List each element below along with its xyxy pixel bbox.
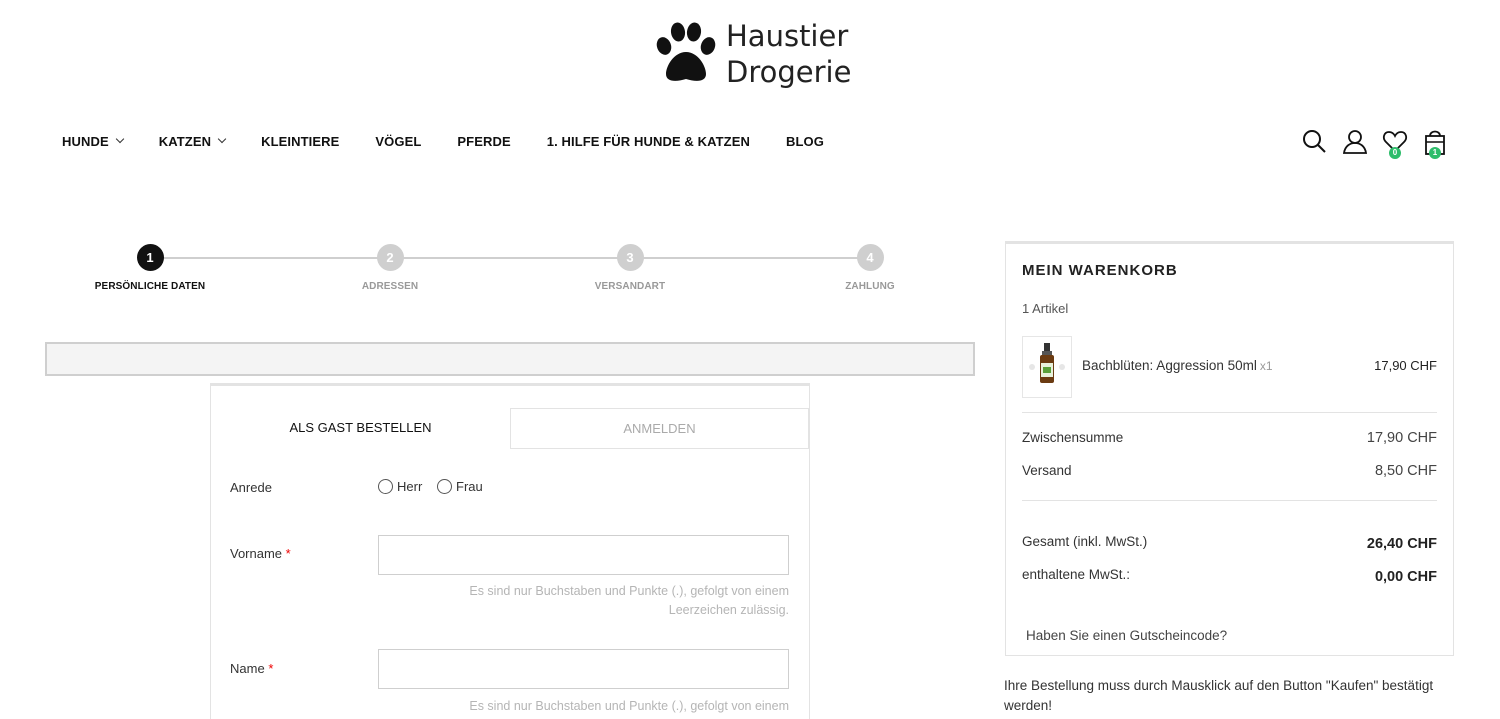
lastname-hint: Es sind nur Buchstaben und Punkte (.), g… (378, 697, 789, 716)
product-thumbnail[interactable] (1022, 336, 1072, 398)
nav-label: KLEINTIERE (261, 133, 340, 149)
salutation-label: Anrede (230, 480, 272, 495)
nav-item-erste-hilfe[interactable]: 1. HILFE FÜR HUNDE & KATZEN (547, 131, 750, 151)
notice-bar (45, 342, 975, 376)
account-button[interactable] (1342, 128, 1368, 156)
salutation-radio-herr[interactable]: Herr (378, 479, 422, 494)
chevron-down-icon (115, 134, 124, 144)
cart-item-name[interactable]: Bachblüten: Aggression 50ml x1 (1082, 358, 1273, 373)
site-logo[interactable]: Haustier Drogerie (654, 18, 854, 94)
lastname-label-text: Name (230, 661, 265, 676)
checkout-steps: 1 PERSÖNLICHE DATEN 2 ADRESSEN 3 VERSAND… (90, 244, 910, 304)
radio-circle (378, 479, 393, 494)
firstname-input[interactable] (378, 535, 789, 575)
lastname-hint-line-1: Es sind nur Buchstaben und Punkte (.), g… (469, 699, 789, 713)
subtotal-value: 17,90 CHF (1366, 430, 1437, 446)
nav-label: 1. HILFE FÜR HUNDE & KATZEN (546, 133, 750, 149)
order-confirmation-note: Ihre Bestellung muss durch Mausklick auf… (1004, 678, 1434, 713)
nav-item-hunde[interactable]: HUNDE (62, 131, 124, 151)
cart-item-qty: x1 (1259, 359, 1273, 373)
cart-summary: MEIN WARENKORB 1 Artikel Bachblüten: Agg… (1005, 241, 1454, 656)
lastname-input[interactable] (378, 649, 789, 689)
step-number: 1 (136, 244, 164, 271)
logo-line-2: Drogerie (726, 55, 852, 89)
lastname-label: Name * (230, 661, 273, 676)
firstname-label: Vorname * (230, 546, 291, 561)
divider (1022, 500, 1437, 501)
main-nav: HUNDE KATZEN KLEINTIERE VÖGEL PFERDE 1. … (62, 131, 860, 151)
step-addresses[interactable]: 2 ADRESSEN (330, 244, 450, 292)
total-value: 26,40 CHF (1366, 536, 1437, 552)
firstname-hint-line-2: Leerzeichen zulässig. (668, 603, 789, 617)
firstname-hint: Es sind nur Buchstaben und Punkte (.), g… (378, 582, 789, 620)
cart-button[interactable]: 1 (1422, 128, 1448, 159)
nav-label: VÖGEL (375, 133, 422, 149)
firstname-hint-line-1: Es sind nur Buchstaben und Punkte (.), g… (469, 584, 789, 598)
logo-line-1: Haustier (726, 19, 849, 53)
step-personal-data[interactable]: 1 PERSÖNLICHE DATEN (90, 244, 210, 292)
tax-value: 0,00 CHF (1374, 569, 1437, 585)
nav-item-voegel[interactable]: VÖGEL (375, 131, 421, 151)
cart-title: MEIN WARENKORB (1022, 262, 1178, 279)
divider (1022, 412, 1437, 413)
step-payment[interactable]: 4 ZAHLUNG (810, 244, 930, 292)
cart-count-badge: 1 (1429, 147, 1441, 159)
salutation-radio-frau[interactable]: Frau (437, 479, 483, 494)
nav-label: BLOG (786, 133, 824, 149)
paw-icon (656, 22, 716, 81)
checkout-tabs: ALS GAST BESTELLEN ANMELDEN (211, 408, 809, 449)
subtotal-label: Zwischensumme (1022, 430, 1124, 445)
step-number: 4 (856, 244, 884, 271)
steps-progress-line (149, 257, 869, 259)
step-label: ZAHLUNG (845, 281, 895, 292)
nav-item-blog[interactable]: BLOG (786, 131, 824, 151)
step-label: PERSÖNLICHE DATEN (94, 281, 206, 292)
shipping-value: 8,50 CHF (1374, 463, 1437, 479)
logo-text: Haustier Drogerie (726, 18, 851, 90)
step-number: 3 (616, 244, 644, 271)
step-label: VERSANDART (594, 281, 666, 292)
voucher-link[interactable]: Haben Sie einen Gutscheincode? (1026, 628, 1227, 643)
required-mark: * (285, 546, 291, 561)
user-icon (1342, 130, 1368, 154)
firstname-label-text: Vorname (230, 546, 283, 561)
radio-circle (437, 479, 452, 494)
step-label: ADRESSEN (361, 281, 419, 292)
wishlist-count-badge: 0 (1389, 147, 1401, 159)
checkout-form: ALS GAST BESTELLEN ANMELDEN Anrede Herr … (210, 383, 810, 719)
nav-label: PFERDE (457, 133, 511, 149)
nav-item-kleintiere[interactable]: KLEINTIERE (261, 131, 339, 151)
nav-label: KATZEN (158, 133, 212, 149)
radio-label: Herr (397, 479, 423, 494)
tax-label: enthaltene MwSt.: (1022, 567, 1131, 582)
wishlist-button[interactable]: 0 (1382, 128, 1408, 159)
step-shipping[interactable]: 3 VERSANDART (570, 244, 690, 292)
chevron-down-icon (217, 134, 227, 144)
search-icon (1303, 130, 1326, 153)
radio-label: Frau (456, 479, 483, 494)
nav-label: HUNDE (62, 133, 109, 149)
total-label: Gesamt (inkl. MwSt.) (1022, 534, 1148, 549)
search-button[interactable] (1302, 128, 1328, 156)
nav-item-katzen[interactable]: KATZEN (158, 131, 227, 151)
tab-login[interactable]: ANMELDEN (510, 408, 809, 449)
step-number: 2 (376, 244, 404, 271)
header-icons: 0 1 (1302, 128, 1462, 159)
nav-item-pferde[interactable]: PFERDE (457, 131, 510, 151)
cart-item-price: 17,90 CHF (1374, 358, 1437, 373)
product-bottle-image (1029, 343, 1065, 383)
cart-item-title: Bachblüten: Aggression 50ml (1082, 358, 1257, 373)
cart-item-count: 1 Artikel (1022, 301, 1069, 316)
required-mark: * (268, 661, 274, 676)
shipping-label: Versand (1022, 463, 1072, 478)
tab-guest-checkout[interactable]: ALS GAST BESTELLEN (211, 408, 510, 449)
